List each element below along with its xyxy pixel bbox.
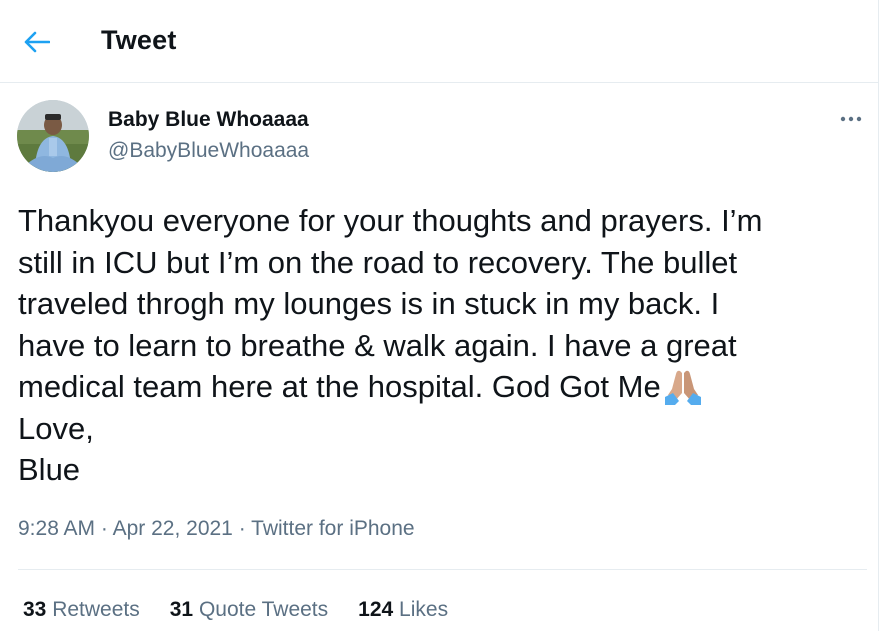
tweet-page: Tweet Baby Blue Whoaaaa @BabyBlueWhoaaaa… bbox=[0, 0, 879, 631]
avatar[interactable] bbox=[17, 100, 89, 172]
folded-hands-emoji bbox=[664, 370, 701, 405]
tweet-stats: 33 Retweets 31 Quote Tweets 124 Likes bbox=[23, 598, 448, 622]
meta-separator: · bbox=[100, 517, 108, 540]
likes-stat[interactable]: 124 Likes bbox=[358, 598, 448, 622]
back-button[interactable] bbox=[14, 21, 60, 63]
divider bbox=[18, 569, 867, 570]
arrow-left-icon bbox=[24, 31, 50, 53]
quote-tweets-label: Quote Tweets bbox=[198, 598, 329, 621]
tweet-date[interactable]: Apr 22, 2021 bbox=[113, 517, 233, 540]
tweet-text-line-with-emoji: medical team here at the hospital. God G… bbox=[18, 366, 868, 408]
meta-separator: · bbox=[238, 517, 246, 540]
retweets-stat[interactable]: 33 Retweets bbox=[23, 598, 140, 622]
tweet-meta: 9:28 AM · Apr 22, 2021 · Twitter for iPh… bbox=[18, 517, 415, 541]
retweets-count: 33 bbox=[23, 598, 47, 621]
tweet-text-line: Thankyou everyone for your thoughts and … bbox=[18, 203, 763, 238]
tweet-source[interactable]: Twitter for iPhone bbox=[251, 517, 414, 540]
likes-count: 124 bbox=[358, 598, 394, 621]
tweet-text-line: still in ICU but I’m on the road to reco… bbox=[18, 244, 738, 280]
tweet-text-line: medical team here at the hospital. God G… bbox=[18, 369, 661, 404]
tweet-text-line: traveled throgh my lounges is in stuck i… bbox=[18, 286, 720, 321]
more-options-button[interactable] bbox=[833, 103, 869, 135]
retweets-label: Retweets bbox=[52, 598, 140, 621]
tweet-text-line: Love, bbox=[18, 410, 94, 446]
tweet-text-line: Blue bbox=[18, 452, 81, 487]
tweet-text: Thankyou everyone for your thoughts and … bbox=[18, 200, 868, 491]
likes-label: Likes bbox=[399, 598, 449, 621]
tweet-text-line: have to learn to breathe & walk again. I… bbox=[18, 327, 737, 363]
page-header: Tweet bbox=[0, 0, 878, 83]
page-title: Tweet bbox=[101, 25, 177, 55]
tweet-time[interactable]: 9:28 AM bbox=[18, 517, 95, 540]
more-horizontal-icon bbox=[840, 116, 862, 122]
author-handle[interactable]: @BabyBlueWhoaaaa bbox=[108, 139, 309, 163]
quote-tweets-count: 31 bbox=[169, 598, 194, 621]
quote-tweets-stat[interactable]: 31 Quote Tweets bbox=[170, 598, 328, 622]
author-display-name[interactable]: Baby Blue Whoaaaa bbox=[108, 108, 309, 132]
